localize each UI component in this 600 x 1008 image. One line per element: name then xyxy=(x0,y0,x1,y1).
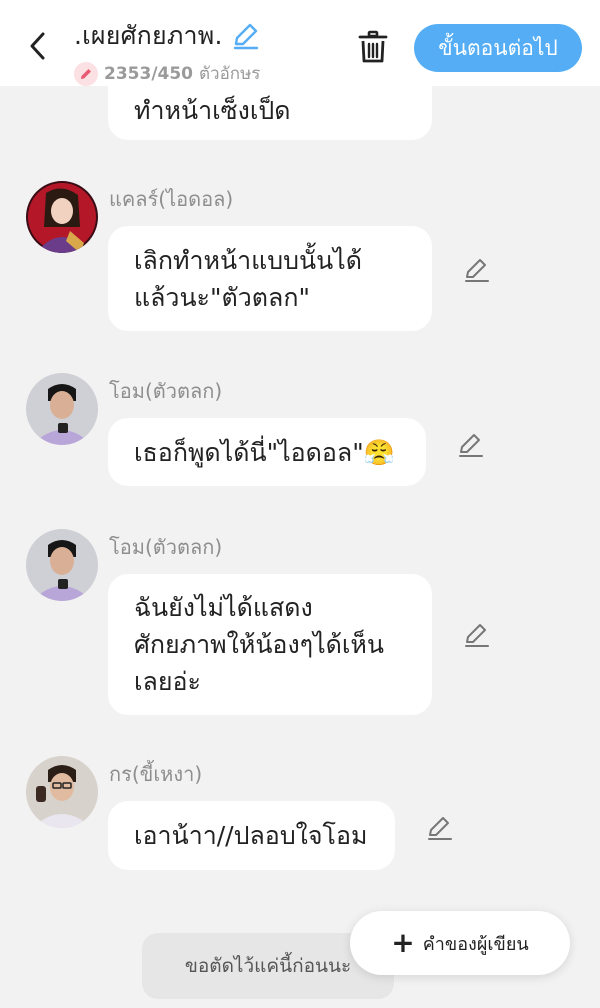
author-note-button[interactable]: + คำของผู้เขียน xyxy=(350,911,570,975)
author-note-label: คำของผู้เขียน xyxy=(422,933,529,955)
message-line: เอาน้าา//ปลอบใจโอม xyxy=(134,821,368,850)
pencil-icon[interactable] xyxy=(231,22,259,50)
speaker-name: กร(ขี้เหงา) xyxy=(109,762,203,786)
message-bubble[interactable]: เธอก็พูดได้นี่"ไอดอล"😤 xyxy=(108,418,426,486)
trash-icon xyxy=(358,30,388,63)
speaker-name: โอม(ตัวตลก) xyxy=(109,379,223,403)
delete-button[interactable] xyxy=(352,26,394,68)
avatar[interactable] xyxy=(26,529,98,601)
speaker-name: โอม(ตัวตลก) xyxy=(109,535,223,559)
page-title: .เผยศักยภาพ. xyxy=(74,21,223,50)
avatar[interactable] xyxy=(26,756,98,828)
message-line: ฉันยังไม่ได้แสดง xyxy=(134,593,313,622)
pencil-icon xyxy=(465,259,489,282)
speaker-name: แคลร์(ไอดอล) xyxy=(109,187,234,211)
char-count-pencil-icon xyxy=(74,61,98,86)
char-count-unit: ตัวอักษร xyxy=(199,64,261,84)
char-count: 2353/450 xyxy=(104,63,194,84)
edit-message-button[interactable] xyxy=(462,620,492,650)
message-bubble[interactable]: ฉันยังไม่ได้แสดง ศักยภาพให้น้องๆได้เห็น … xyxy=(108,574,432,715)
message-line: เลิกทำหน้าแบบนั้นได้ xyxy=(134,245,362,275)
message-bubble[interactable]: เอาน้าา//ปลอบใจโอม xyxy=(108,801,395,870)
message-line: ทำหน้าเซ็งเป็ด xyxy=(134,95,291,125)
pencil-icon xyxy=(459,434,483,457)
edit-message-button[interactable] xyxy=(425,813,455,843)
top-bar: .เผยศักยภาพ. 2353/450 ตัวอักษร ขั้นตอนต่… xyxy=(0,0,600,86)
avatar[interactable] xyxy=(26,181,98,253)
avatar[interactable] xyxy=(26,373,98,445)
next-step-button[interactable]: ขั้นตอนต่อไป xyxy=(414,24,582,72)
message-line: แล้วนะ"ตัวตลก" xyxy=(134,282,310,312)
title-block: .เผยศักยภาพ. 2353/450 ตัวอักษร xyxy=(74,16,260,87)
message-bubble[interactable]: เลิกทำหน้าแบบนั้นได้ แล้วนะ"ตัวตลก" xyxy=(108,226,432,331)
message-line: ศักยภาพให้น้องๆได้เห็น xyxy=(134,630,384,659)
message-line: เธอก็พูดได้นี่"ไอดอล"😤 xyxy=(134,437,395,467)
message-line: เลยอ่ะ xyxy=(134,667,201,696)
plus-icon: + xyxy=(391,926,415,959)
pencil-icon xyxy=(428,817,452,840)
edit-message-button[interactable] xyxy=(456,430,486,460)
pencil-icon xyxy=(465,624,489,647)
cut-here-label: ขอตัดไว้แค่นี้ก่อนนะ xyxy=(184,955,352,977)
back-button[interactable] xyxy=(20,26,56,66)
chevron-left-icon xyxy=(30,32,45,60)
edit-message-button[interactable] xyxy=(462,255,492,285)
